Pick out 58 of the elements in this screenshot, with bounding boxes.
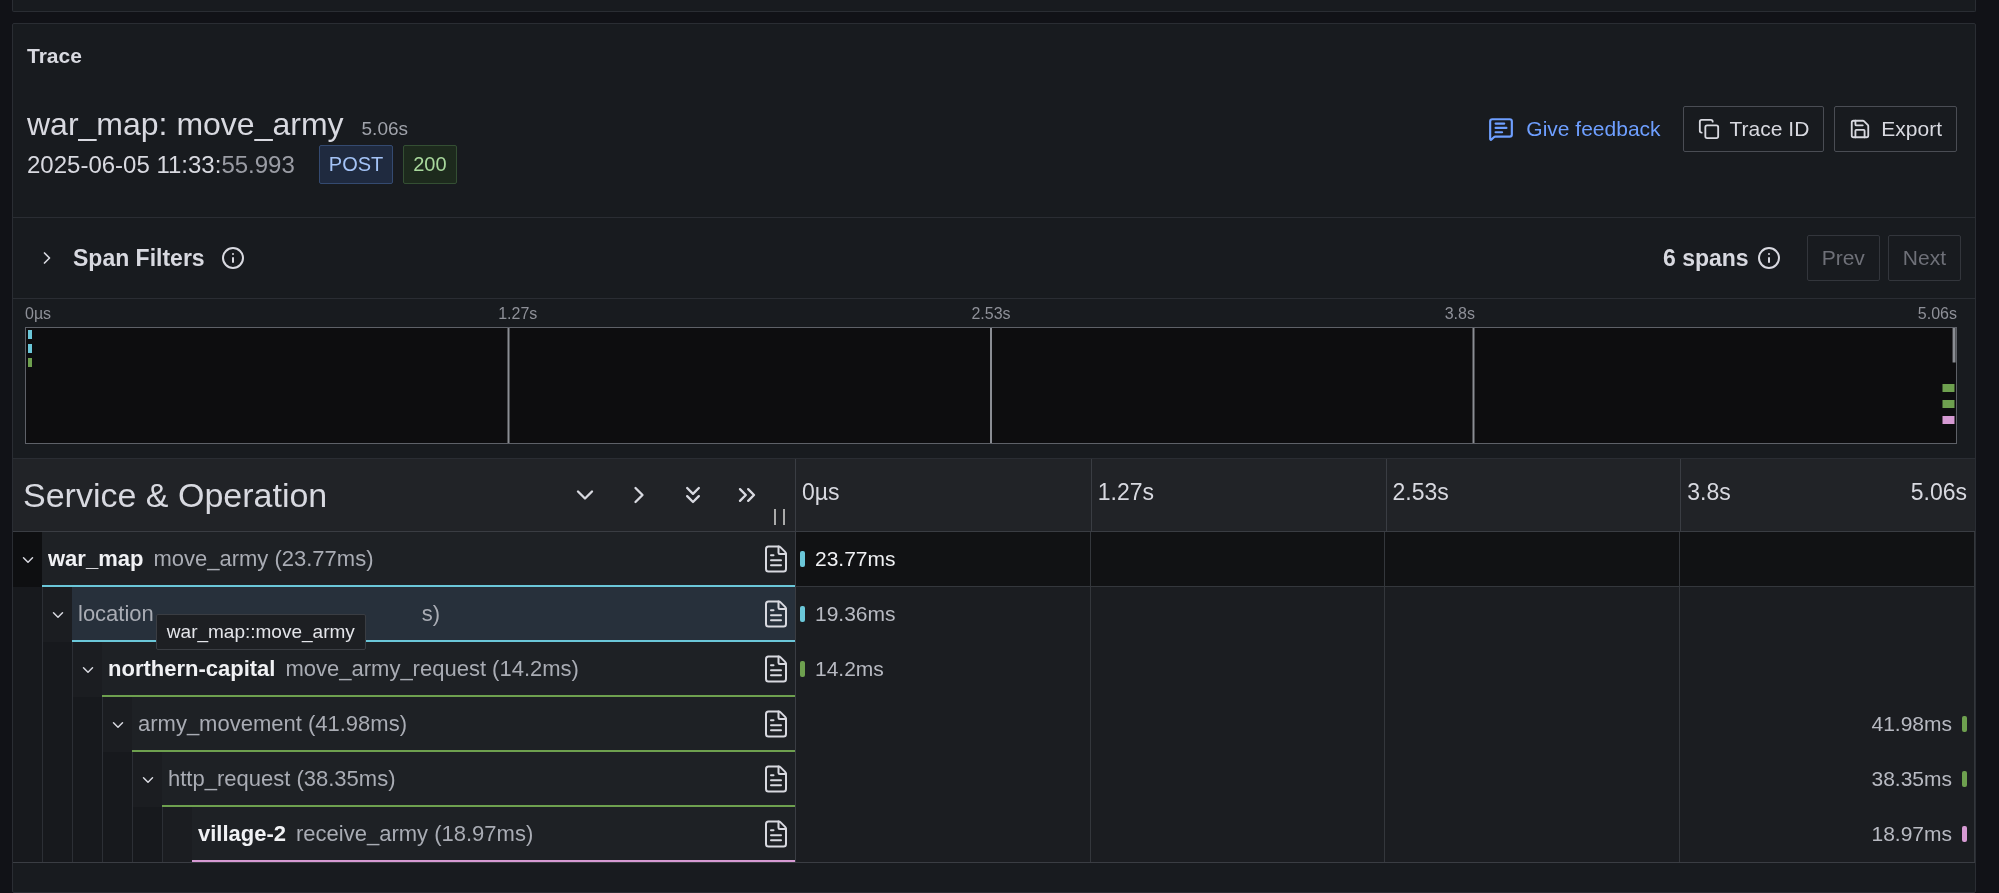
span-bar[interactable] xyxy=(1962,771,1967,787)
service-name: northern-capital xyxy=(108,655,276,682)
trace-id-button[interactable]: Trace ID xyxy=(1682,106,1825,152)
span-row[interactable]: northern-capital move_army_request (14.2ms) xyxy=(102,642,795,697)
timeline-tick-label: 2.53s xyxy=(1392,479,1449,507)
operation-name: army_movement (41.98ms) xyxy=(138,710,407,737)
feedback-icon xyxy=(1488,116,1515,142)
panel-title: Trace xyxy=(26,43,83,69)
timeline-tick-label: 1.27s xyxy=(1097,479,1154,507)
operation-name: location xyxy=(78,600,154,627)
info-icon[interactable] xyxy=(1756,246,1781,270)
timeline-tick-label: 3.8s xyxy=(1687,479,1731,507)
trace-duration: 5.06s xyxy=(361,118,409,140)
service-name: war_map xyxy=(48,545,144,572)
span-bar[interactable] xyxy=(800,606,805,622)
timeline-tick-label: 0µs xyxy=(802,479,840,507)
span-bar[interactable] xyxy=(1962,826,1967,842)
export-button[interactable]: Export xyxy=(1834,106,1957,152)
timeline-row[interactable]: 23.77ms xyxy=(796,532,1975,587)
save-icon xyxy=(1849,118,1872,140)
minimap-tick-label: 2.53s xyxy=(971,305,1012,324)
duration-label: 23.77ms xyxy=(815,547,896,571)
span-row[interactable]: war_map move_army (23.77ms) xyxy=(42,532,795,587)
resize-handle[interactable] xyxy=(774,509,785,525)
duration-label: 41.98ms xyxy=(1871,712,1952,736)
span-count: 6 spans xyxy=(1662,244,1749,272)
method-tag: POST xyxy=(318,145,394,184)
span-row[interactable]: village-2 receive_army (18.97ms) xyxy=(192,807,795,862)
feedback-link[interactable]: Give feedback xyxy=(1488,116,1661,142)
minimap[interactable] xyxy=(25,327,1957,444)
operation-name: receive_army (18.97ms) xyxy=(296,820,534,847)
span-bar[interactable] xyxy=(800,551,805,567)
minimap-tick-label: 5.06s xyxy=(1917,305,1957,324)
column-title: Service & Operation xyxy=(23,475,329,515)
duration-label: 19.36ms xyxy=(815,602,896,626)
minimap-tick-label: 1.27s xyxy=(498,305,539,324)
trace-title: war_map: move_army xyxy=(27,106,344,143)
info-icon[interactable] xyxy=(220,246,245,270)
span-bar[interactable] xyxy=(800,661,805,677)
tooltip: war_map::move_army xyxy=(155,613,366,650)
status-tag: 200 xyxy=(403,145,457,184)
service-name: village-2 xyxy=(198,820,287,847)
operation-name: http_request (38.35ms) xyxy=(168,765,396,792)
span-row[interactable]: http_request (38.35ms) xyxy=(162,752,795,807)
minimap-tick-label: 0µs xyxy=(25,305,53,324)
operation-name: s) xyxy=(421,600,441,627)
timeline-tick-label: 5.06s xyxy=(1910,479,1967,507)
trace-timestamp: 2025-06-05 11:33:55.993 xyxy=(27,150,295,179)
span-bar[interactable] xyxy=(1962,716,1967,732)
duration-label: 38.35ms xyxy=(1871,767,1952,791)
minimap-tick-label: 3.8s xyxy=(1444,305,1476,324)
span-row[interactable]: army_movement (41.98ms) xyxy=(132,697,795,752)
operation-name: move_army_request (14.2ms) xyxy=(285,655,579,682)
operation-name: move_army (23.77ms) xyxy=(153,545,374,572)
span-filters-label[interactable]: Span Filters xyxy=(73,244,205,272)
duration-label: 14.2ms xyxy=(815,657,884,681)
duration-label: 18.97ms xyxy=(1871,822,1952,846)
copy-icon xyxy=(1697,118,1720,140)
